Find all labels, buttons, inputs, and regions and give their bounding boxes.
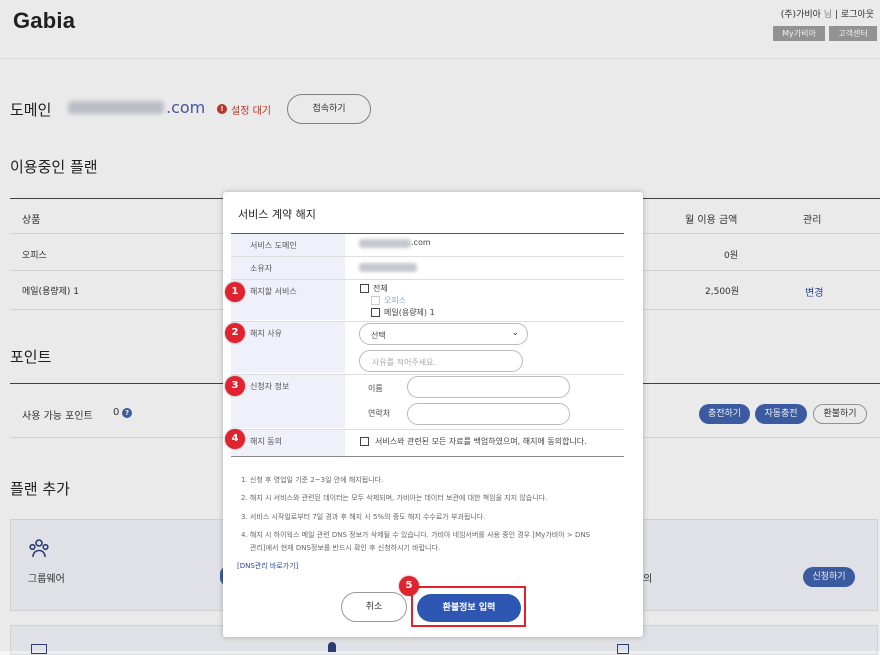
name-input[interactable]	[407, 376, 570, 398]
reason-placeholder: 사유를 적어주세요.	[372, 358, 436, 367]
checkbox-mail[interactable]	[371, 308, 380, 317]
note-4-cont: 관리]에서 현재 DNS정보를 반드시 확인 후 신청하시기 바랍니다.	[250, 544, 441, 552]
reason-label: 해지 사유	[250, 329, 282, 338]
cancel-contract-modal: 서비스 계약 해지 서비스 도메인 .com 소유자 해지할 서비스 전체 오피…	[223, 192, 643, 637]
reason-label-cell: 해지 사유	[231, 322, 345, 373]
reason-select[interactable]: 선택 ⌄	[359, 323, 528, 345]
opt-mail-label: 메일(용량제) 1	[384, 308, 435, 317]
service-domain-label-cell: 서비스 도메인	[231, 234, 345, 256]
service-domain-redacted	[359, 239, 411, 248]
cancel-service-label: 해지할 서비스	[250, 287, 297, 296]
chevron-down-icon: ⌄	[511, 328, 519, 338]
cancel-service-label-cell: 해지할 서비스	[231, 280, 345, 320]
owner-label: 소유자	[250, 264, 273, 273]
agree-label-cell: 해지 동의	[231, 430, 345, 456]
step-badge-1: 1	[225, 282, 245, 302]
owner-label-cell: 소유자	[231, 257, 345, 279]
agree-text: 서비스와 관련된 모든 자료를 백업하였으며, 해지에 동의합니다.	[375, 437, 587, 446]
opt-office-label: 오피스	[384, 296, 407, 305]
highlight-frame	[411, 586, 526, 627]
service-domain-tld: .com	[411, 238, 431, 247]
contact-label: 연락처	[368, 409, 391, 418]
modal-title: 서비스 계약 해지	[238, 208, 316, 221]
agree-label: 해지 동의	[250, 437, 282, 446]
opt-all-label: 전체	[373, 284, 388, 293]
step-badge-2: 2	[225, 323, 245, 343]
note-4: 4. 해지 시 하이웍스 메일 관련 DNS 정보가 삭제될 수 있습니다. 가…	[241, 531, 591, 539]
applicant-label-cell: 신청자 정보	[231, 375, 345, 428]
agree-checkbox[interactable]	[360, 437, 369, 446]
contact-input[interactable]	[407, 403, 570, 425]
owner-redacted	[359, 263, 417, 272]
checkbox-office	[371, 296, 380, 305]
note-2: 2. 해지 시 서비스와 관련된 데이터는 모두 삭제되며, 가비아는 데이터 …	[241, 494, 548, 502]
cancel-button[interactable]: 취소	[341, 592, 407, 622]
note-3: 3. 서비스 시작일로부터 7일 경과 후 해지 시 5%의 중도 해지 수수료…	[241, 513, 486, 521]
step-badge-3: 3	[225, 376, 245, 396]
checkbox-all[interactable]	[360, 284, 369, 293]
reason-input[interactable]: 사유를 적어주세요.	[359, 350, 523, 372]
note-1: 1. 신청 후 영업일 기준 2~3일 안에 해지됩니다.	[241, 476, 384, 484]
service-domain-label: 서비스 도메인	[250, 241, 297, 250]
applicant-label: 신청자 정보	[250, 382, 290, 391]
name-label: 이름	[368, 384, 383, 393]
step-badge-4: 4	[225, 429, 245, 449]
dns-link[interactable]: [DNS관리 바로가기]	[237, 561, 298, 571]
reason-select-value: 선택	[371, 331, 386, 340]
modal-table-bottom	[231, 456, 624, 457]
step-badge-5: 5	[399, 576, 419, 596]
